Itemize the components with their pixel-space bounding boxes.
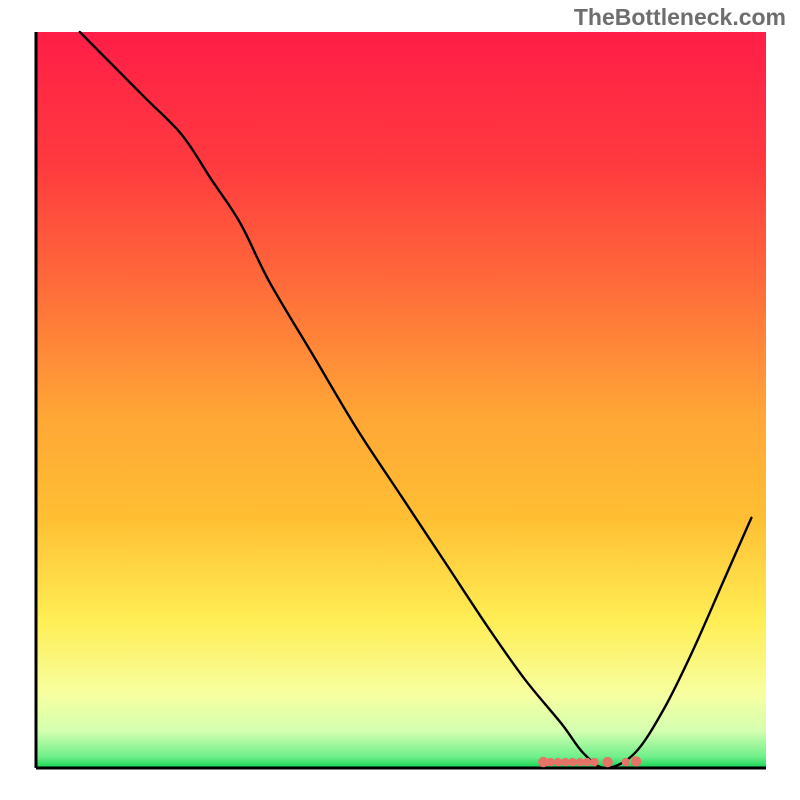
watermark-text: TheBottleneck.com	[574, 4, 786, 31]
valley-marker	[561, 758, 569, 766]
valley-marker	[631, 756, 641, 766]
valley-marker	[583, 758, 591, 766]
valley-marker	[568, 758, 576, 766]
valley-marker	[622, 758, 630, 766]
valley-marker	[590, 758, 598, 766]
chart-svg	[0, 0, 800, 800]
valley-marker	[576, 758, 584, 766]
valley-marker	[602, 757, 612, 767]
plot-background	[36, 32, 766, 768]
chart-container: TheBottleneck.com	[0, 0, 800, 800]
valley-marker	[546, 758, 554, 766]
valley-marker	[554, 758, 562, 766]
